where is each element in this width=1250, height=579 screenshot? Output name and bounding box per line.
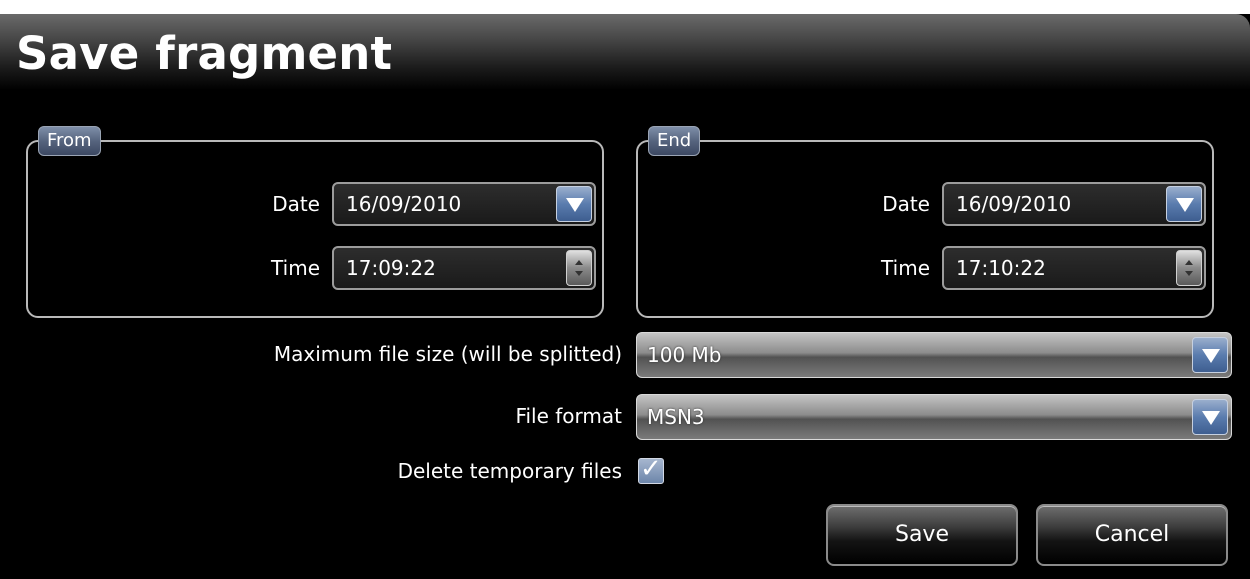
title-bar: Save fragment	[0, 14, 1250, 90]
max-file-size-label: Maximum file size (will be splitted)	[273, 342, 622, 366]
spin-down-icon[interactable]	[575, 271, 583, 276]
end-time-spinner[interactable]: 17:10:22	[942, 246, 1206, 290]
from-date-label: Date	[272, 192, 320, 216]
max-file-size-select[interactable]: 100 Mb	[636, 332, 1232, 378]
end-legend: End	[648, 126, 701, 156]
checkmark-icon: ✓	[640, 454, 662, 484]
from-time-label: Time	[271, 256, 320, 280]
file-format-dropdown-button[interactable]	[1192, 399, 1228, 435]
save-button[interactable]: Save	[826, 504, 1018, 566]
max-file-size-value: 100 Mb	[647, 343, 722, 367]
end-date-label: Date	[882, 192, 930, 216]
delete-temp-checkbox[interactable]: ✓	[638, 454, 664, 484]
spin-down-icon[interactable]	[1185, 271, 1193, 276]
cancel-button[interactable]: Cancel	[1036, 504, 1228, 566]
from-legend: From	[38, 126, 101, 156]
from-time-spinner[interactable]: 17:09:22	[332, 246, 596, 290]
delete-temp-label: Delete temporary files	[397, 459, 622, 483]
chevron-down-icon	[566, 198, 584, 212]
from-date-dropdown-button[interactable]	[556, 186, 592, 222]
end-time-label: Time	[881, 256, 930, 280]
from-time-value: 17:09:22	[346, 256, 436, 280]
spin-up-icon[interactable]	[1185, 260, 1193, 265]
end-group: End Date 16/09/2010 Time 17:10:22	[636, 126, 1214, 318]
end-date-value: 16/09/2010	[956, 192, 1072, 216]
spin-up-icon[interactable]	[575, 260, 583, 265]
from-group: From Date 16/09/2010 Time 17:09:22	[26, 126, 604, 318]
end-date-picker[interactable]: 16/09/2010	[942, 182, 1206, 226]
end-time-spin-button[interactable]	[1176, 250, 1202, 286]
from-time-spin-button[interactable]	[566, 250, 592, 286]
chevron-down-icon	[1176, 198, 1194, 212]
from-date-value: 16/09/2010	[346, 192, 462, 216]
file-format-select[interactable]: MSN3	[636, 394, 1232, 440]
end-time-value: 17:10:22	[956, 256, 1046, 280]
file-format-value: MSN3	[647, 405, 705, 429]
end-date-dropdown-button[interactable]	[1166, 186, 1202, 222]
from-date-picker[interactable]: 16/09/2010	[332, 182, 596, 226]
chevron-down-icon	[1202, 411, 1220, 425]
dialog-title: Save fragment	[16, 27, 393, 80]
save-fragment-dialog: Save fragment From Date 16/09/2010 Time …	[0, 14, 1250, 579]
file-format-label: File format	[515, 404, 622, 428]
chevron-down-icon	[1202, 349, 1220, 363]
max-file-size-dropdown-button[interactable]	[1192, 337, 1228, 373]
